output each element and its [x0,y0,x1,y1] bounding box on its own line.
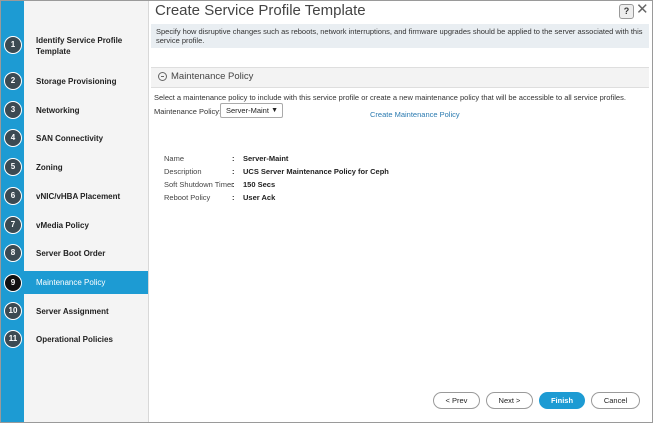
prev-button[interactable]: < Prev [433,392,480,409]
step-label: Zoning [36,163,63,172]
step-label-area: Operational Policies [24,328,148,350]
step-number-badge: 1 [4,36,22,54]
step-label: vNIC/vHBA Placement [36,192,121,201]
step-label: vMedia Policy [36,221,89,230]
step-number-badge: 5 [4,158,22,176]
next-button[interactable]: Next > [486,392,533,409]
wizard-step-9[interactable]: Maintenance Policy 9 [1,271,148,294]
step-number-badge: 8 [4,244,22,262]
step-label-area: SAN Connectivity [24,127,148,149]
wizard-step-10[interactable]: Server Assignment 10 [1,300,148,322]
step-number-badge: 9 [4,274,22,292]
detail-key: Name [164,154,185,163]
step-label: Server Assignment [36,307,109,316]
detail-colon: : [232,167,235,176]
step-number-badge: 6 [4,187,22,205]
wizard-sidebar [24,1,149,422]
wizard-step-3[interactable]: Networking 3 [1,99,148,121]
step-number-badge: 4 [4,129,22,147]
detail-colon: : [232,180,235,189]
detail-value: 150 Secs [243,180,276,189]
step-number-badge: 2 [4,72,22,90]
detail-key: Reboot Policy [164,193,211,202]
policy-select-value: Server-Maint [226,106,269,115]
step-label: Operational Policies [36,335,113,344]
step-label: Identify Service Profile Template [36,36,123,56]
step-label-area: vNIC/vHBA Placement [24,185,148,207]
step-label-area: Storage Provisioning [24,70,148,92]
create-maintenance-policy-link[interactable]: Create Maintenance Policy [370,110,460,119]
detail-value: User Ack [243,193,276,202]
section-title: Maintenance Policy [171,71,254,82]
wizard-step-6[interactable]: vNIC/vHBA Placement 6 [1,185,148,207]
step-label: Networking [36,106,80,115]
maintenance-policy-select[interactable]: Server-Maint ▼ [220,103,283,118]
step-number-badge: 11 [4,330,22,348]
finish-button[interactable]: Finish [539,392,585,409]
wizard-step-2[interactable]: Storage Provisioning 2 [1,70,148,92]
step-number-badge: 3 [4,101,22,119]
step-label: Storage Provisioning [36,77,117,86]
wizard-step-7[interactable]: vMedia Policy 7 [1,214,148,236]
wizard-step-11[interactable]: Operational Policies 11 [1,328,148,350]
step-label-area: Server Assignment [24,300,148,322]
step-label-area: Maintenance Policy [24,271,148,294]
section-description: Select a maintenance policy to include w… [154,93,626,102]
step-label-area: Zoning [24,156,148,178]
detail-colon: : [232,193,235,202]
cancel-button[interactable]: Cancel [591,392,640,409]
policy-label: Maintenance Policy: [154,107,222,116]
wizard-step-8[interactable]: Server Boot Order 8 [1,242,148,264]
section-header[interactable]: Maintenance Policy [151,67,649,88]
detail-colon: : [232,154,235,163]
detail-value: UCS Server Maintenance Policy for Ceph [243,167,389,176]
collapse-icon[interactable] [158,72,167,81]
step-label: Server Boot Order [36,249,106,258]
step-label-area: Networking [24,99,148,121]
wizard-window: Identify Service Profile Template 1 Storag… [0,0,653,423]
wizard-step-4[interactable]: SAN Connectivity 4 [1,127,148,149]
page-title: Create Service Profile Template [155,2,366,19]
close-icon[interactable]: ✕ [636,2,649,18]
step-label-area: Server Boot Order [24,242,148,264]
step-number-badge: 7 [4,216,22,234]
detail-key: Soft Shutdown Timer [164,180,234,189]
wizard-step-5[interactable]: Zoning 5 [1,156,148,178]
help-icon[interactable]: ? [619,4,634,19]
step-number-badge: 10 [4,302,22,320]
step-label: Maintenance Policy [36,278,106,287]
step-label-area: vMedia Policy [24,214,148,236]
step-label-area: Identify Service Profile Template [24,30,148,60]
step-rail [1,1,24,422]
step-label: SAN Connectivity [36,134,104,143]
wizard-step-1[interactable]: Identify Service Profile Template 1 [1,30,148,60]
detail-key: Description [164,167,202,176]
intro-text: Specify how disruptive changes such as r… [151,24,649,48]
detail-value: Server-Maint [243,154,289,163]
chevron-down-icon: ▼ [271,107,278,114]
